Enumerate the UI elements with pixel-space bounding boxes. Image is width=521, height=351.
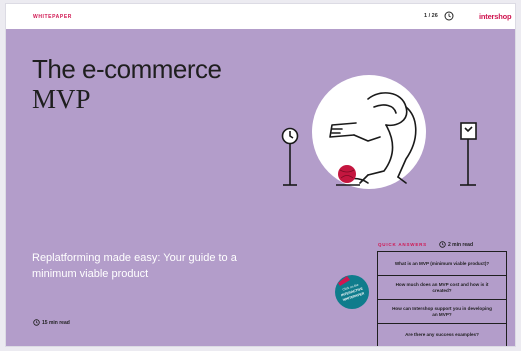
document-type-label: WHITEPAPER (33, 14, 72, 20)
interactive-whitepaper-badge[interactable]: Click on the INTERACTIVE WHITEPAPER (334, 274, 370, 310)
title-line-1: The e-commerce (32, 54, 222, 84)
page-title: The e-commerce MVP (32, 54, 222, 114)
intershop-logo[interactable]: intershop (479, 12, 512, 21)
hero-illustration (281, 75, 477, 189)
page-subtitle: Replatforming made easy: Your guide to a… (32, 252, 237, 280)
clock-icon (439, 241, 446, 248)
quick-answer-link[interactable]: How much does an MVP cost and how is it … (377, 275, 507, 299)
quick-answer-link[interactable]: How can Intershop support you in develop… (377, 299, 507, 323)
top-bar: WHITEPAPER 1 / 26 intershop (6, 4, 515, 29)
standing-clock-left (281, 127, 299, 186)
read-time-label: 15 min read (42, 319, 70, 326)
title-line-2: MVP (32, 84, 91, 114)
quick-answers-time: 2 min read (439, 241, 473, 248)
read-time: 15 min read (33, 319, 70, 326)
quick-answers-header: QUICK ANSWERS 2 min read (378, 241, 473, 248)
quick-answers-list: What is an MVP (minimum viable product)?… (377, 251, 507, 346)
standing-clock-right (460, 122, 477, 186)
page-counter: 1 / 26 (424, 13, 438, 19)
quick-answers-time-label: 2 min read (447, 241, 473, 248)
quick-answers-label: QUICK ANSWERS (378, 242, 427, 247)
quick-answer-link[interactable]: What is an MVP (minimum viable product)? (377, 251, 507, 275)
whitepaper-page: WHITEPAPER 1 / 26 intershop The e-commer… (6, 4, 515, 346)
clock-icon (33, 319, 40, 326)
clock-icon[interactable] (444, 11, 454, 21)
quick-answer-link[interactable]: Are there any success examples? (377, 323, 507, 346)
hero-section: The e-commerce MVP Replatforming made ea… (6, 29, 515, 346)
